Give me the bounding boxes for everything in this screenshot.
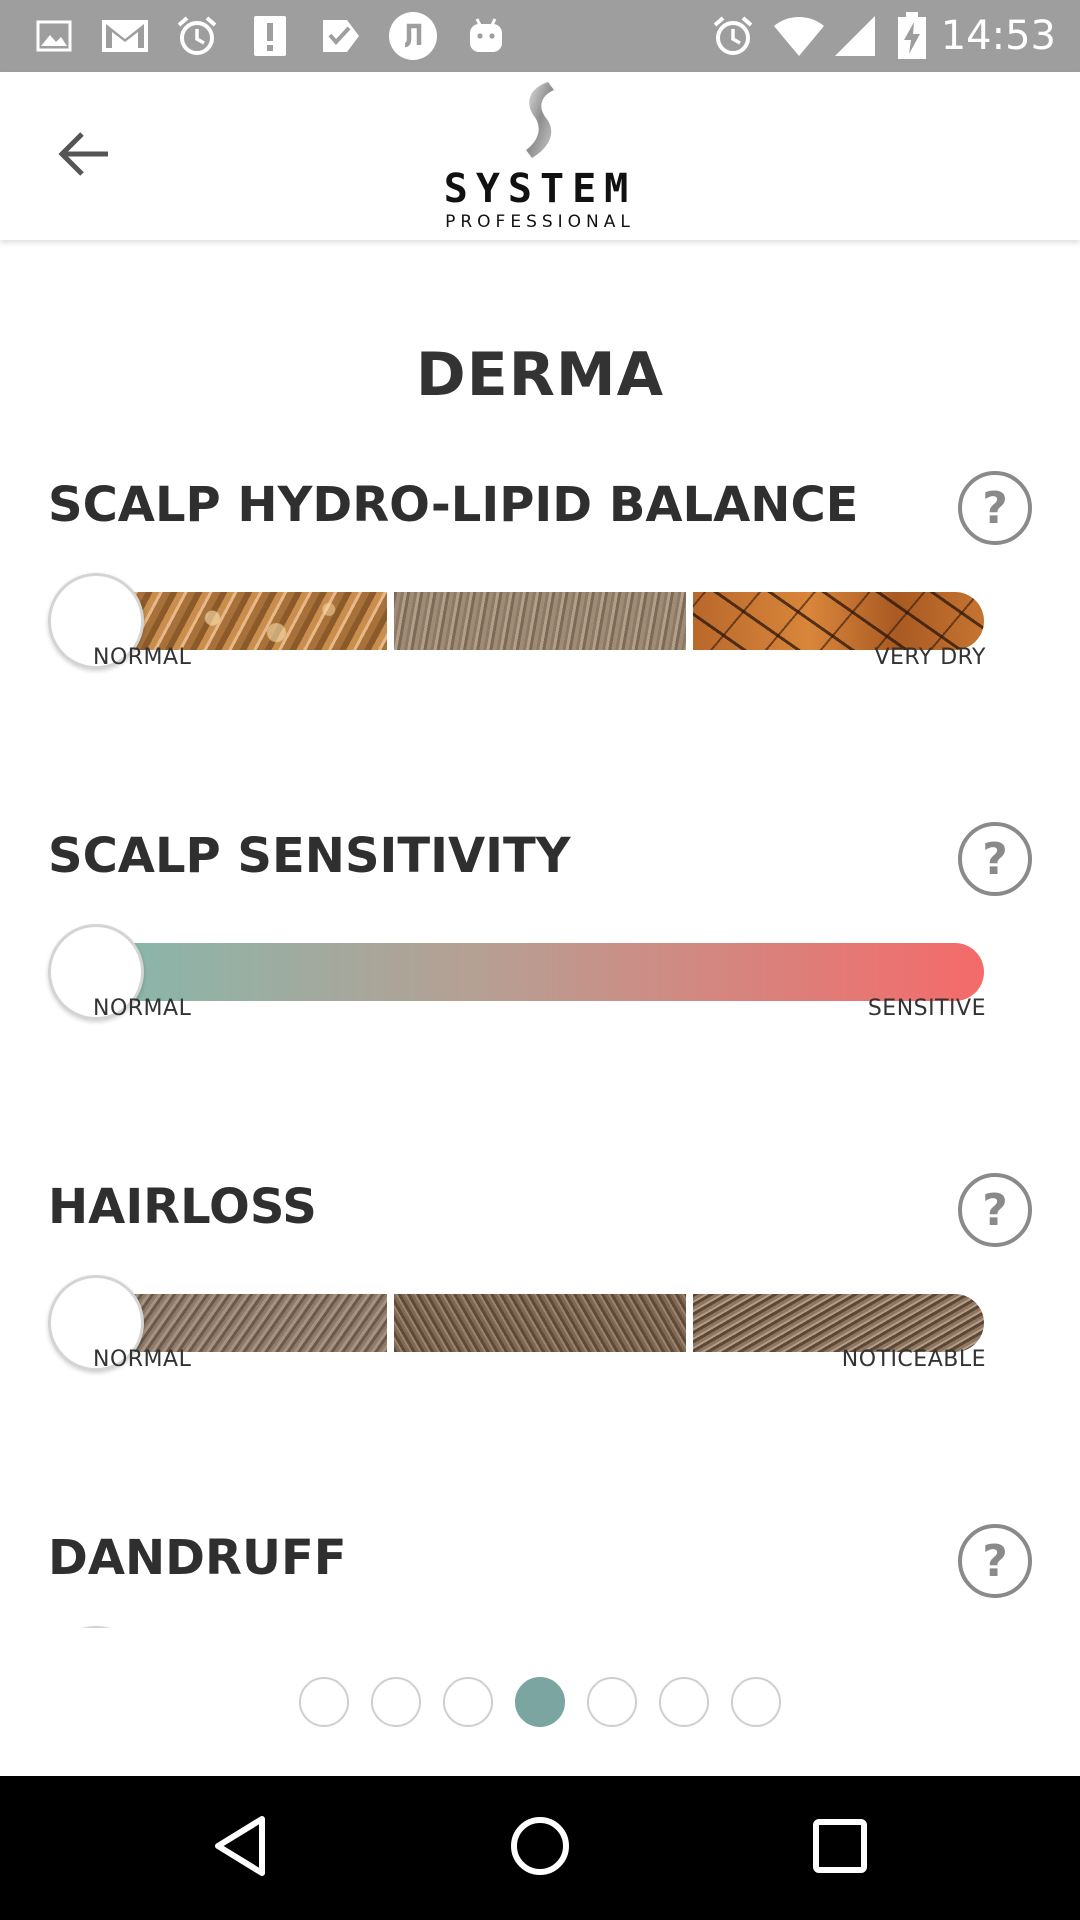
slider-min-label: NORMAL <box>93 645 192 670</box>
normal-scalp-image <box>394 592 686 650</box>
slider-max-label: VERY DRY <box>874 645 986 670</box>
section-title: SCALP SENSITIVITY <box>48 828 571 884</box>
slider-max-label: NOTICEABLE <box>841 1347 986 1372</box>
question-icon: ? <box>982 833 1008 885</box>
page-indicator <box>0 1677 1080 1727</box>
question-icon: ? <box>982 1184 1008 1236</box>
page-title: DERMA <box>415 340 665 410</box>
navigation-bar <box>0 1776 1080 1920</box>
page-dot[interactable] <box>515 1677 565 1727</box>
slider-min-label: NORMAL <box>93 996 192 1021</box>
status-time: 14:53 <box>940 13 1056 59</box>
slider-track[interactable] <box>96 943 984 1001</box>
nav-recents-icon <box>812 1818 868 1878</box>
nav-back-icon <box>210 1814 270 1882</box>
page-dot[interactable] <box>443 1677 493 1727</box>
slider-thumb[interactable] <box>48 1626 144 1628</box>
hair-density-medium-image <box>394 1294 686 1352</box>
content-scroll[interactable]: DERMA SCALP HYDRO-LIPID BALANCE ? NORMAL… <box>0 240 1080 1628</box>
status-bar: 14:53 <box>0 0 1080 72</box>
back-button[interactable] <box>40 112 128 200</box>
question-icon: ? <box>982 482 1008 534</box>
logo-mark-icon <box>510 78 570 162</box>
page-dot[interactable] <box>659 1677 709 1727</box>
section-sensitivity: SCALP SENSITIVITY ? NORMAL SENSITIVE <box>0 821 1080 1121</box>
wifi-icon <box>772 14 826 58</box>
help-button[interactable]: ? <box>958 1524 1032 1598</box>
alert-icon <box>250 14 290 58</box>
battery-charging-icon <box>896 12 928 59</box>
slider-track[interactable] <box>96 592 984 650</box>
page-dot[interactable] <box>371 1677 421 1727</box>
gmail-icon <box>98 14 152 58</box>
section-hydro-lipid: SCALP HYDRO-LIPID BALANCE ? NORMAL VERY … <box>0 470 1080 770</box>
alarm-icon <box>710 14 756 58</box>
question-icon: ? <box>982 1535 1008 1587</box>
section-title: DANDRUFF <box>48 1530 347 1586</box>
logo-subtitle: PROFESSIONAL <box>445 212 635 232</box>
logo-wordmark: SYSTEM <box>443 166 637 212</box>
help-button[interactable]: ? <box>958 1173 1032 1247</box>
section-dandruff: DANDRUFF ? <box>0 1523 1080 1628</box>
music-icon <box>388 12 438 60</box>
dry-scalp-image <box>692 592 984 650</box>
arrow-left-icon <box>58 131 110 181</box>
app-bar: SYSTEM PROFESSIONAL <box>0 72 1080 240</box>
hair-density-thin-image <box>692 1294 984 1352</box>
gallery-icon <box>34 14 74 58</box>
help-button[interactable]: ? <box>958 471 1032 545</box>
slider-track[interactable] <box>96 1294 984 1352</box>
check-icon <box>318 14 364 58</box>
dandruff-slider[interactable] <box>48 1623 984 1628</box>
page-dot[interactable] <box>587 1677 637 1727</box>
nav-back-button[interactable] <box>190 1798 290 1898</box>
android-icon <box>466 14 506 58</box>
page-dot[interactable] <box>731 1677 781 1727</box>
slider-max-label: SENSITIVE <box>867 996 986 1021</box>
nav-home-button[interactable] <box>490 1798 590 1898</box>
nav-recents-button[interactable] <box>790 1798 890 1898</box>
section-title: SCALP HYDRO-LIPID BALANCE <box>48 477 859 533</box>
help-button[interactable]: ? <box>958 822 1032 896</box>
alarm-icon <box>174 14 220 58</box>
cell-signal-icon <box>832 14 878 58</box>
section-hairloss: HAIRLOSS ? NORMAL NOTICEABLE <box>0 1172 1080 1472</box>
brand-logo: SYSTEM PROFESSIONAL <box>400 72 680 240</box>
nav-home-icon <box>509 1815 571 1881</box>
section-title: HAIRLOSS <box>48 1179 317 1235</box>
page-dot[interactable] <box>299 1677 349 1727</box>
slider-min-label: NORMAL <box>93 1347 192 1372</box>
